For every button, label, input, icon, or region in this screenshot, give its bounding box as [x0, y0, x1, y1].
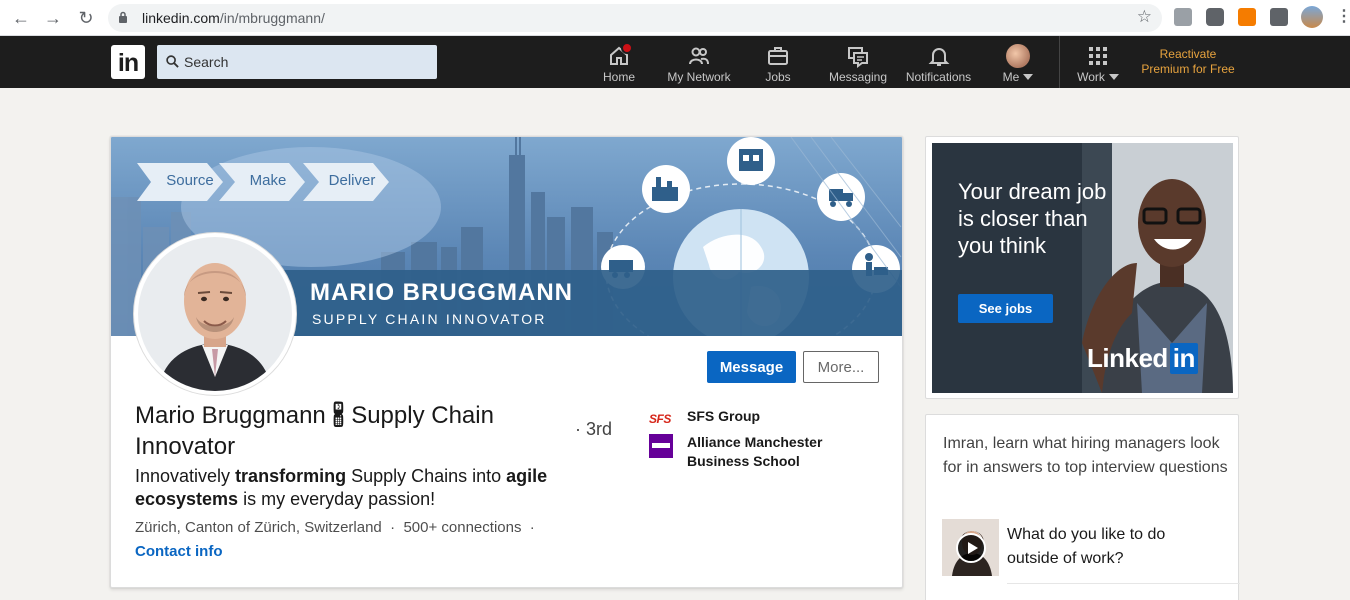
browser-toolbar: ← → ↻ linkedin.com/in/mbruggmann/ ☆ ⋮: [0, 0, 1350, 36]
nav-messaging[interactable]: Messaging: [826, 36, 890, 88]
nav-me[interactable]: Me: [994, 36, 1042, 88]
profile-photo[interactable]: [134, 233, 296, 395]
lock-icon: [119, 11, 127, 23]
ad-card[interactable]: Your dream job is closer than you think …: [925, 136, 1239, 399]
premium-line-2: Premium for Free: [1141, 62, 1235, 76]
profile-name: Mario Bruggmann 🖁 Supply Chain Innovator: [135, 402, 494, 460]
reload-icon[interactable]: ↻: [74, 6, 98, 30]
nav-jobs[interactable]: Jobs: [756, 36, 800, 88]
headline-bold: transforming: [235, 466, 347, 486]
message-button[interactable]: Message: [707, 351, 796, 383]
divider: [1007, 583, 1240, 584]
school-name: Alliance Manchester Business School: [687, 434, 823, 469]
nav-my-network[interactable]: My Network: [662, 36, 736, 88]
banner-name: MARIO BRUGGMANN: [310, 279, 573, 306]
nav-network-label: My Network: [667, 70, 731, 84]
notification-badge: [621, 42, 633, 54]
step-deliver: Deliver: [328, 172, 376, 189]
brand-in-box: in: [1169, 343, 1198, 374]
nav-divider: [1059, 36, 1060, 88]
sfs-logo: SFS: [649, 408, 673, 432]
grid-icon: [1089, 47, 1107, 65]
linkedin-brand-logo: Linked in: [1087, 343, 1198, 374]
back-icon[interactable]: ←: [9, 6, 33, 30]
chevron-down-icon: [1108, 74, 1119, 80]
briefcase-icon: [768, 47, 788, 65]
chart-extension-icon[interactable]: [1238, 8, 1256, 26]
play-icon[interactable]: [956, 533, 986, 563]
step-source: Source: [166, 172, 214, 189]
search-icon: [166, 55, 179, 68]
profile-card: Source Make Deliver MARIO BRUGGMANN SUPP…: [110, 136, 903, 588]
nav-messaging-label: Messaging: [828, 70, 888, 84]
headline-part: Innovatively: [135, 466, 236, 486]
nav-work-label: Work: [1070, 70, 1126, 84]
profile-avatar-icon[interactable]: [1301, 6, 1323, 28]
forward-icon[interactable]: →: [41, 6, 65, 30]
headline-part: Supply Chains into: [346, 466, 507, 486]
nav-home-label: Home: [602, 70, 635, 84]
chevron-down-icon: [1023, 74, 1034, 80]
avatar-icon: [1006, 44, 1030, 68]
linkedin-logo[interactable]: in: [111, 45, 145, 79]
nav-home[interactable]: Home: [593, 36, 645, 88]
profile-location-line: Zürich, Canton of Zürich, Switzerland · …: [135, 519, 535, 536]
profile-photo-image: [138, 237, 292, 391]
search-box[interactable]: [157, 45, 437, 79]
ambs-logo: [649, 434, 673, 458]
bookmark-star-icon[interactable]: ☆: [1137, 7, 1152, 27]
network-icon: [689, 47, 709, 65]
more-button[interactable]: More...: [803, 351, 879, 383]
nav-me-label: Me: [994, 70, 1042, 84]
banner-role: SUPPLY CHAIN INNOVATOR: [312, 311, 547, 327]
nav-notifications[interactable]: Notifications: [901, 36, 976, 88]
interview-intro: Imran, learn what hiring managers look f…: [943, 435, 1228, 476]
see-jobs-button[interactable]: See jobs: [958, 294, 1053, 323]
interview-question[interactable]: What do you like to do outside of work?: [1007, 523, 1207, 571]
messaging-icon: [848, 47, 868, 68]
brand-text: Linked: [1087, 343, 1168, 373]
linkedin-navbar: in Home My Network Jobs Messaging Notifi…: [0, 36, 1350, 88]
ad-headline: Your dream job is closer than you think: [958, 179, 1107, 258]
connection-degree: · 3rd: [575, 419, 613, 439]
url-text: linkedin.com/in/mbruggmann/: [142, 10, 325, 26]
address-bar[interactable]: linkedin.com/in/mbruggmann/ ☆: [108, 4, 1162, 32]
company-name: SFS Group: [687, 408, 761, 424]
connections-count[interactable]: 500+ connections: [403, 519, 521, 536]
puzzle-extension-icon[interactable]: [1270, 8, 1288, 26]
video-thumbnail[interactable]: [942, 519, 999, 576]
nav-work[interactable]: Work: [1070, 36, 1126, 88]
code-extension-icon[interactable]: [1174, 8, 1192, 26]
search-input[interactable]: [184, 45, 429, 79]
premium-line-1: Reactivate: [1159, 47, 1217, 61]
bell-icon: [928, 48, 949, 66]
nav-jobs-label: Jobs: [765, 70, 791, 84]
ad-image: Your dream job is closer than you think …: [932, 143, 1233, 393]
interview-prep-card: Imran, learn what hiring managers look f…: [925, 414, 1240, 600]
headline-part: is my everyday passion!: [238, 489, 436, 509]
nav-notifications-label: Notifications: [905, 70, 972, 84]
profile-location: Zürich, Canton of Zürich, Switzerland: [135, 519, 382, 536]
menu-kebab-icon[interactable]: ⋮: [1336, 7, 1350, 27]
contact-info-link[interactable]: Contact info: [135, 543, 223, 560]
profile-headline: Innovatively transforming Supply Chains …: [135, 465, 565, 511]
step-make: Make: [249, 172, 287, 189]
reactivate-premium-link[interactable]: Reactivate Premium for Free: [1136, 47, 1240, 77]
camera-extension-icon[interactable]: [1206, 8, 1224, 26]
